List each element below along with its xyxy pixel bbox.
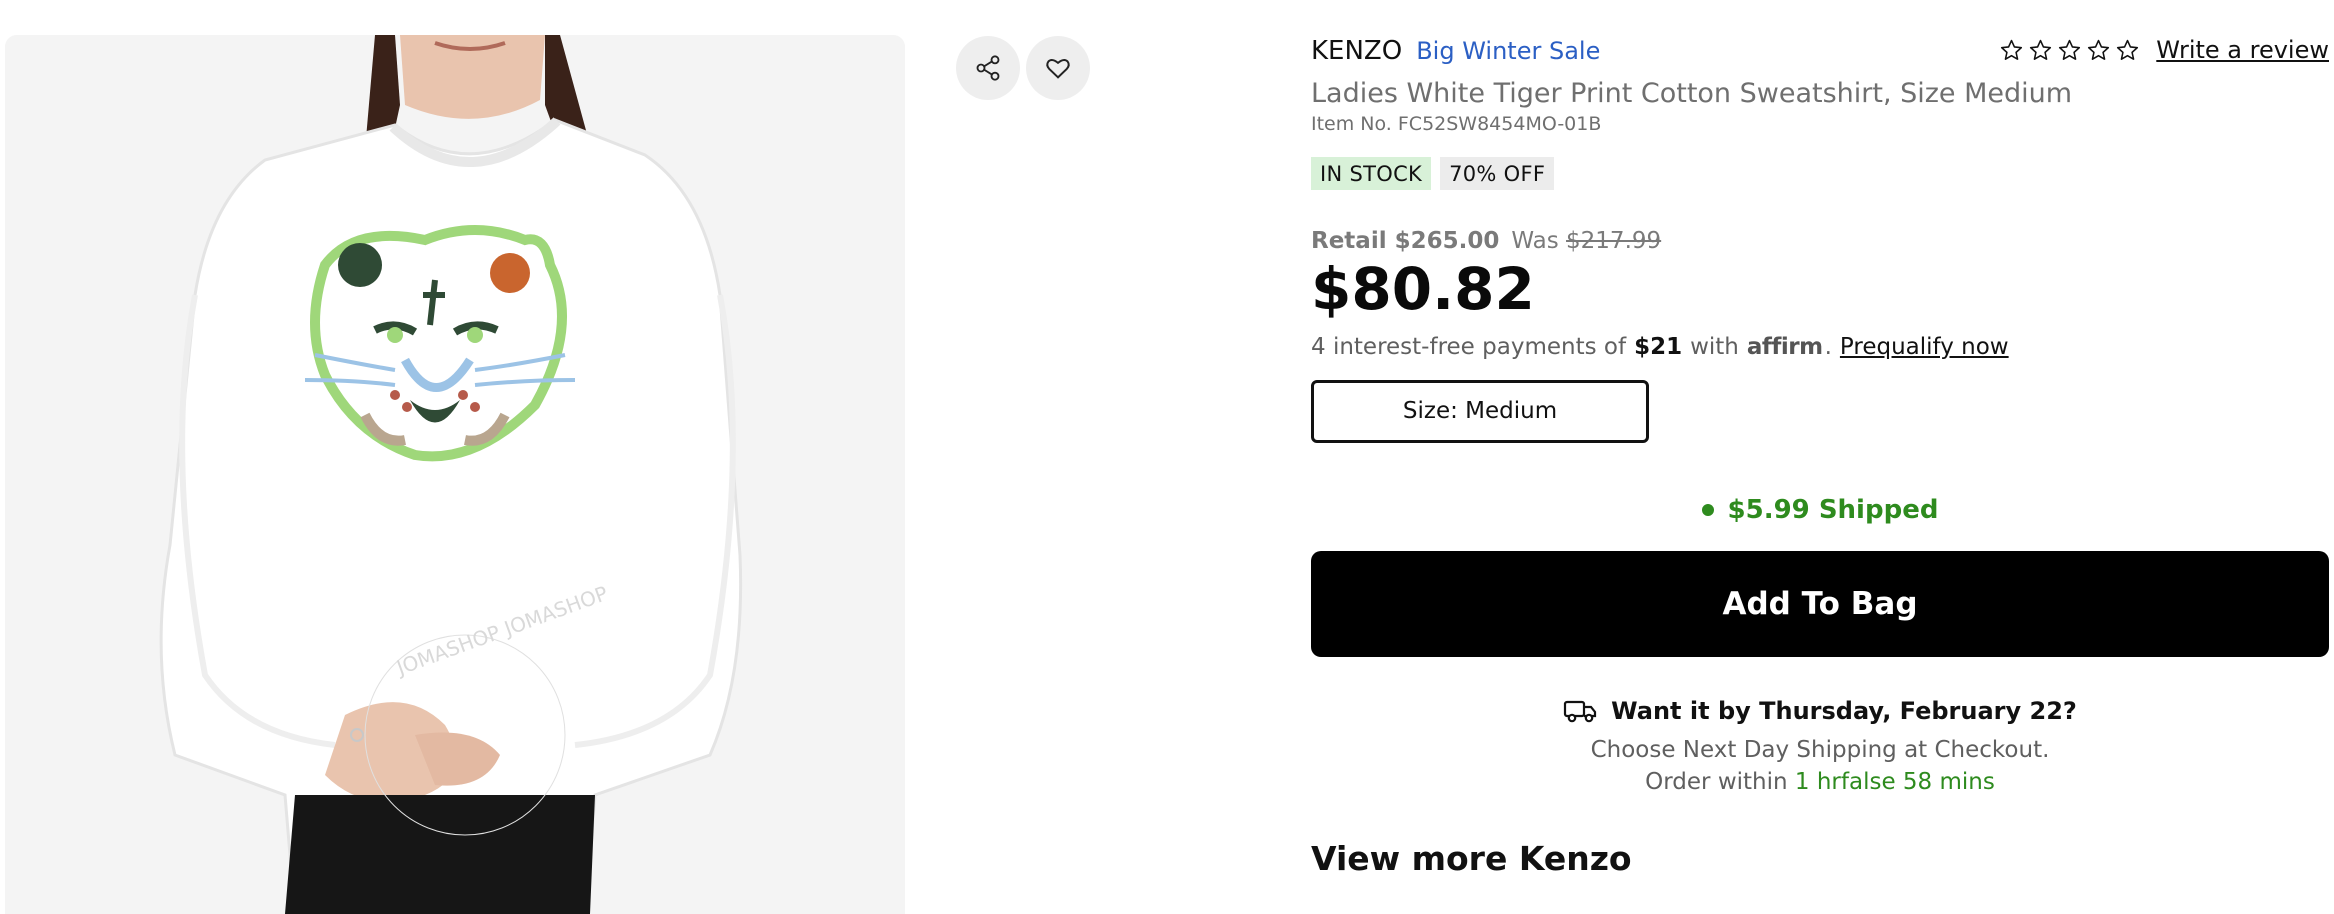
was-price: Was $217.99	[1511, 228, 1661, 254]
star-outline-icon	[2030, 39, 2052, 60]
order-within: Order within 1 hrfalse 58 mins	[1311, 769, 2329, 795]
affirm-amount: $21	[1634, 333, 1683, 360]
star-outline-icon	[2117, 39, 2139, 60]
in-stock-badge: IN STOCK	[1311, 157, 1432, 190]
wishlist-button[interactable]	[1026, 36, 1090, 100]
affirm-financing: 4 interest-free payments of $21 with aff…	[1311, 334, 2329, 360]
add-to-bag-button[interactable]: Add To Bag	[1311, 550, 2329, 657]
sale-link[interactable]: Big Winter Sale	[1416, 37, 1600, 65]
was-label: Was	[1511, 228, 1559, 254]
shipping-status-dot	[1701, 503, 1714, 516]
delivery-date-text: Want it by Thursday, February 22?	[1611, 696, 2077, 725]
star-outline-icon	[2001, 39, 2023, 60]
sweatshirt-photo: JOMASHOP JOMASHOP	[5, 35, 905, 914]
delivery-instructions: Choose Next Day Shipping at Checkout.	[1590, 736, 2050, 763]
delivery-headline: Want it by Thursday, February 22?	[1311, 697, 2329, 725]
badges: IN STOCK 70% OFF	[1311, 157, 2329, 190]
product-title: Ladies White Tiger Print Cotton Sweatshi…	[1311, 78, 2073, 109]
heart-icon	[1046, 59, 1070, 79]
delivery-estimate: Want it by Thursday, February 22? Choose…	[1311, 697, 2329, 795]
discount-badge: 70% OFF	[1440, 157, 1555, 190]
size-selector[interactable]: Size: Medium	[1311, 379, 1649, 443]
product-image[interactable]: JOMASHOP JOMASHOP	[5, 35, 905, 914]
prequalify-link[interactable]: Prequalify now	[1840, 334, 2009, 360]
affirm-prefix: 4 interest-free payments of	[1311, 333, 1627, 360]
truck-icon	[1564, 700, 1597, 723]
write-review-link[interactable]: Write a review	[2156, 36, 2329, 64]
product-info: KENZO Big Winter Sale Write a review Lad…	[1311, 36, 2329, 878]
item-number: Item No. FC52SW8454MO-01B	[1311, 113, 1602, 135]
order-countdown: 1 hrfalse 58 mins	[1794, 768, 1995, 795]
price-comparison: Retail $265.00 Was $217.99	[1311, 228, 2329, 254]
share-button[interactable]	[956, 36, 1020, 100]
affirm-with: with	[1690, 333, 1739, 360]
affirm-logo: affirm	[1746, 333, 1823, 360]
shipping-info: $5.99 Shipped	[1311, 495, 2329, 525]
view-more-brand-link[interactable]: View more Kenzo	[1311, 839, 2329, 878]
star-outline-icon	[2059, 39, 2081, 60]
current-price: $80.82	[1311, 255, 1535, 323]
share-icon	[976, 55, 1000, 81]
brand-name[interactable]: KENZO	[1311, 36, 1402, 66]
affirm-period: .	[1824, 333, 1832, 360]
reviews-block: Write a review	[1999, 36, 2329, 64]
star-outline-icon	[2088, 39, 2110, 60]
order-within-label: Order within	[1645, 768, 1788, 795]
shipping-label: $5.99 Shipped	[1727, 494, 1939, 525]
was-value: $217.99	[1566, 228, 1662, 254]
retail-price: Retail $265.00	[1311, 228, 1500, 254]
star-rating[interactable]	[1999, 38, 2140, 63]
